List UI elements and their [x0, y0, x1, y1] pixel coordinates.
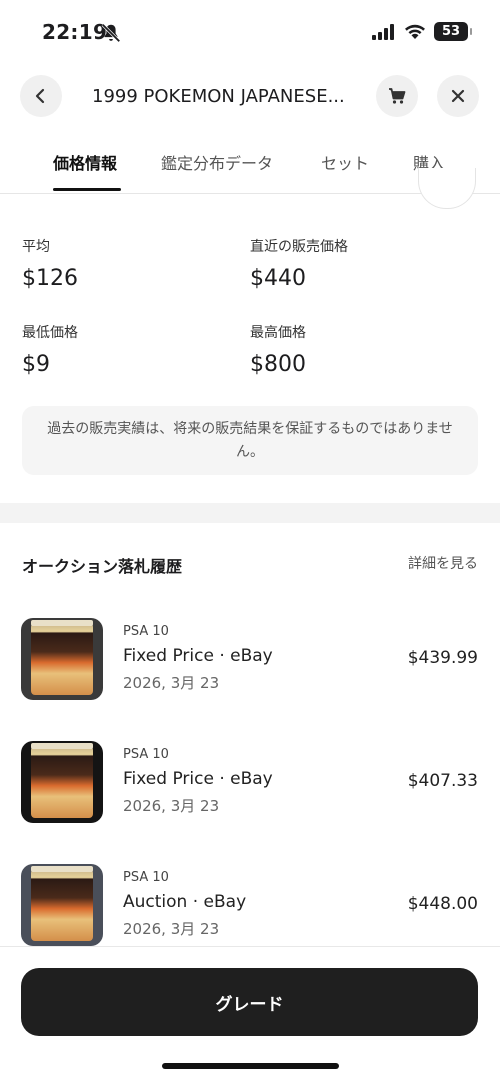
grade-button[interactable]: グレード: [21, 968, 478, 1036]
page-title: 1999 POKEMON JAPANESE...: [92, 86, 345, 107]
min-price-label: 最低価格: [22, 325, 78, 341]
sale-date: 2026, 3月 23: [123, 797, 220, 815]
card-thumbnail: [21, 618, 103, 700]
tab-set[interactable]: セット: [321, 150, 369, 174]
battery-icon: 53: [434, 22, 472, 41]
recent-sale-label: 直近の販売価格: [250, 239, 348, 255]
sale-type: Auction · eBay: [123, 892, 247, 912]
home-indicator: [162, 1063, 339, 1069]
sale-price: $439.99: [407, 648, 478, 668]
sale-grade: PSA 10: [123, 747, 169, 762]
sale-row[interactable]: PSA 10 Fixed Price · eBay 2026, 3月 23 $4…: [0, 741, 500, 831]
status-bar: 22:19 53: [0, 0, 500, 66]
max-price-value: $800: [250, 352, 306, 377]
max-price-label: 最高価格: [250, 325, 306, 341]
sale-type: Fixed Price · eBay: [123, 646, 273, 666]
card-thumbnail: [21, 741, 103, 823]
sale-type: Fixed Price · eBay: [123, 769, 273, 789]
scroll-peek-button: [418, 168, 476, 209]
average-label: 平均: [22, 239, 50, 255]
sale-row[interactable]: PSA 10 Auction · eBay 2026, 3月 23 $448.0…: [0, 864, 500, 946]
back-button[interactable]: [20, 75, 62, 117]
tab-grade-distribution[interactable]: 鑑定分布データ: [161, 150, 273, 174]
sale-price: $407.33: [407, 771, 478, 791]
card-thumbnail: [21, 864, 103, 946]
auction-history-title: オークション落札履歴: [22, 557, 183, 576]
cart-button[interactable]: [376, 75, 418, 117]
section-divider: [0, 503, 500, 523]
see-more-link[interactable]: 詳細を見る: [408, 553, 478, 573]
disclaimer-text: 過去の販売実績は、将来の販売結果を保証するものではありません。: [47, 420, 453, 460]
disclaimer-box: 過去の販売実績は、将来の販売結果を保証するものではありません。: [22, 406, 478, 475]
min-price-value: $9: [22, 352, 50, 377]
average-value: $126: [22, 266, 78, 291]
recent-sale-value: $440: [250, 266, 306, 291]
header: 1999 POKEMON JAPANESE...: [0, 66, 500, 126]
close-icon: [451, 89, 465, 103]
sale-price: $448.00: [407, 894, 478, 914]
tab-price-info[interactable]: 価格情報: [53, 150, 117, 174]
status-time: 22:19: [42, 20, 108, 44]
back-chevron-icon: [35, 88, 45, 104]
sale-date: 2026, 3月 23: [123, 920, 220, 938]
sale-date: 2026, 3月 23: [123, 674, 220, 692]
bottom-divider: [0, 946, 500, 947]
cart-icon: [389, 88, 406, 104]
sale-grade: PSA 10: [123, 624, 169, 639]
close-button[interactable]: [437, 75, 479, 117]
wifi-icon: [405, 24, 425, 39]
bell-slash-icon: [101, 23, 121, 43]
sale-grade: PSA 10: [123, 870, 169, 885]
active-tab-indicator: [53, 188, 121, 191]
sale-row[interactable]: PSA 10 Fixed Price · eBay 2026, 3月 23 $4…: [0, 618, 500, 708]
signal-icon: [372, 23, 394, 40]
